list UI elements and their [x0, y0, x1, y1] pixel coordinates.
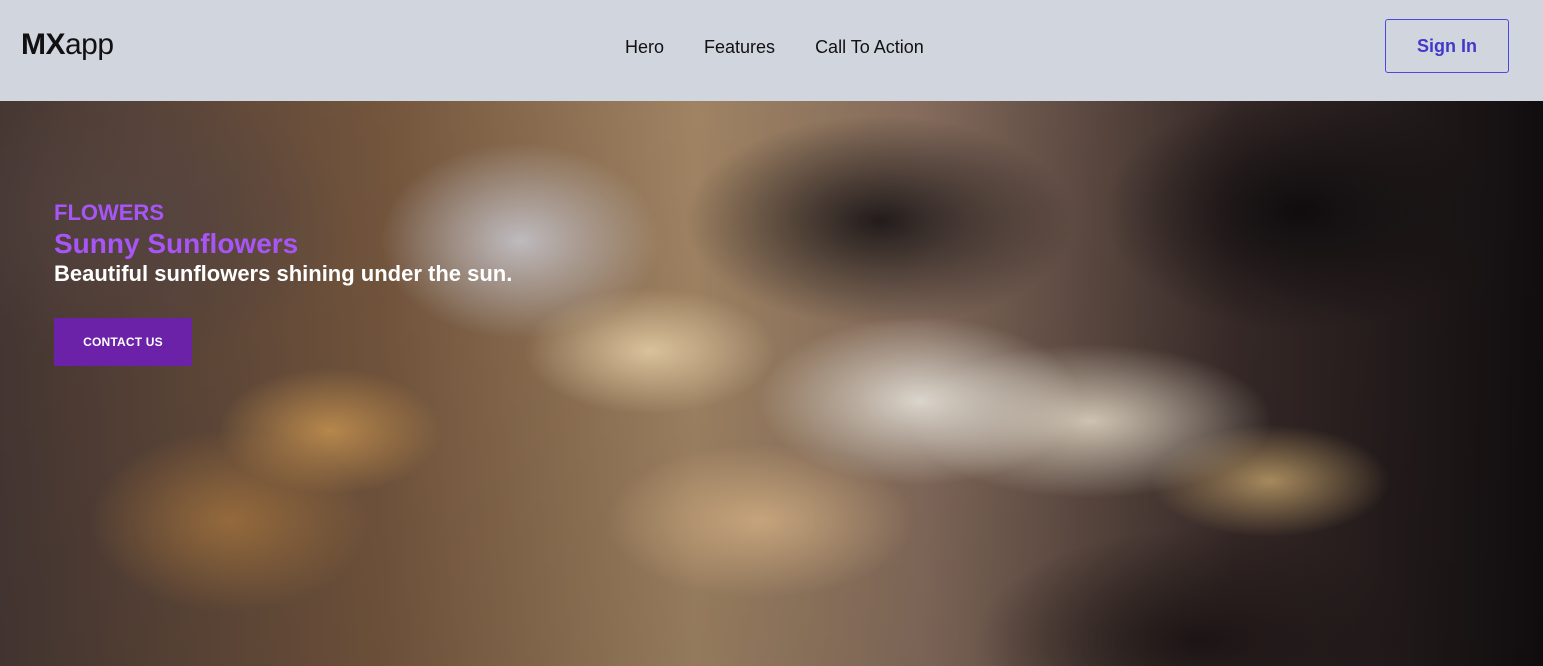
hero-section: FLOWERS Sunny Sunflowers Beautiful sunfl…: [0, 101, 1543, 666]
contact-us-button[interactable]: CONTACT US: [54, 318, 192, 366]
nav-link-hero[interactable]: Hero: [625, 36, 664, 58]
logo[interactable]: MXapp: [21, 28, 114, 62]
nav-links: Hero Features Call To Action: [625, 36, 924, 58]
nav-link-call-to-action[interactable]: Call To Action: [815, 36, 924, 58]
hero-subtitle: Beautiful sunflowers shining under the s…: [54, 261, 513, 286]
hero-title: Sunny Sunflowers: [54, 228, 299, 259]
logo-mx: MX: [21, 28, 66, 61]
nav-link-features[interactable]: Features: [704, 36, 775, 58]
sign-in-button[interactable]: Sign In: [1385, 19, 1509, 73]
hero-overlay: [0, 101, 1543, 666]
hero-eyebrow: FLOWERS: [54, 200, 164, 225]
hero-content: FLOWERS Sunny Sunflowers Beautiful sunfl…: [54, 200, 754, 366]
logo-app: app: [65, 28, 114, 61]
navbar: MXapp Hero Features Call To Action Sign …: [0, 0, 1543, 101]
